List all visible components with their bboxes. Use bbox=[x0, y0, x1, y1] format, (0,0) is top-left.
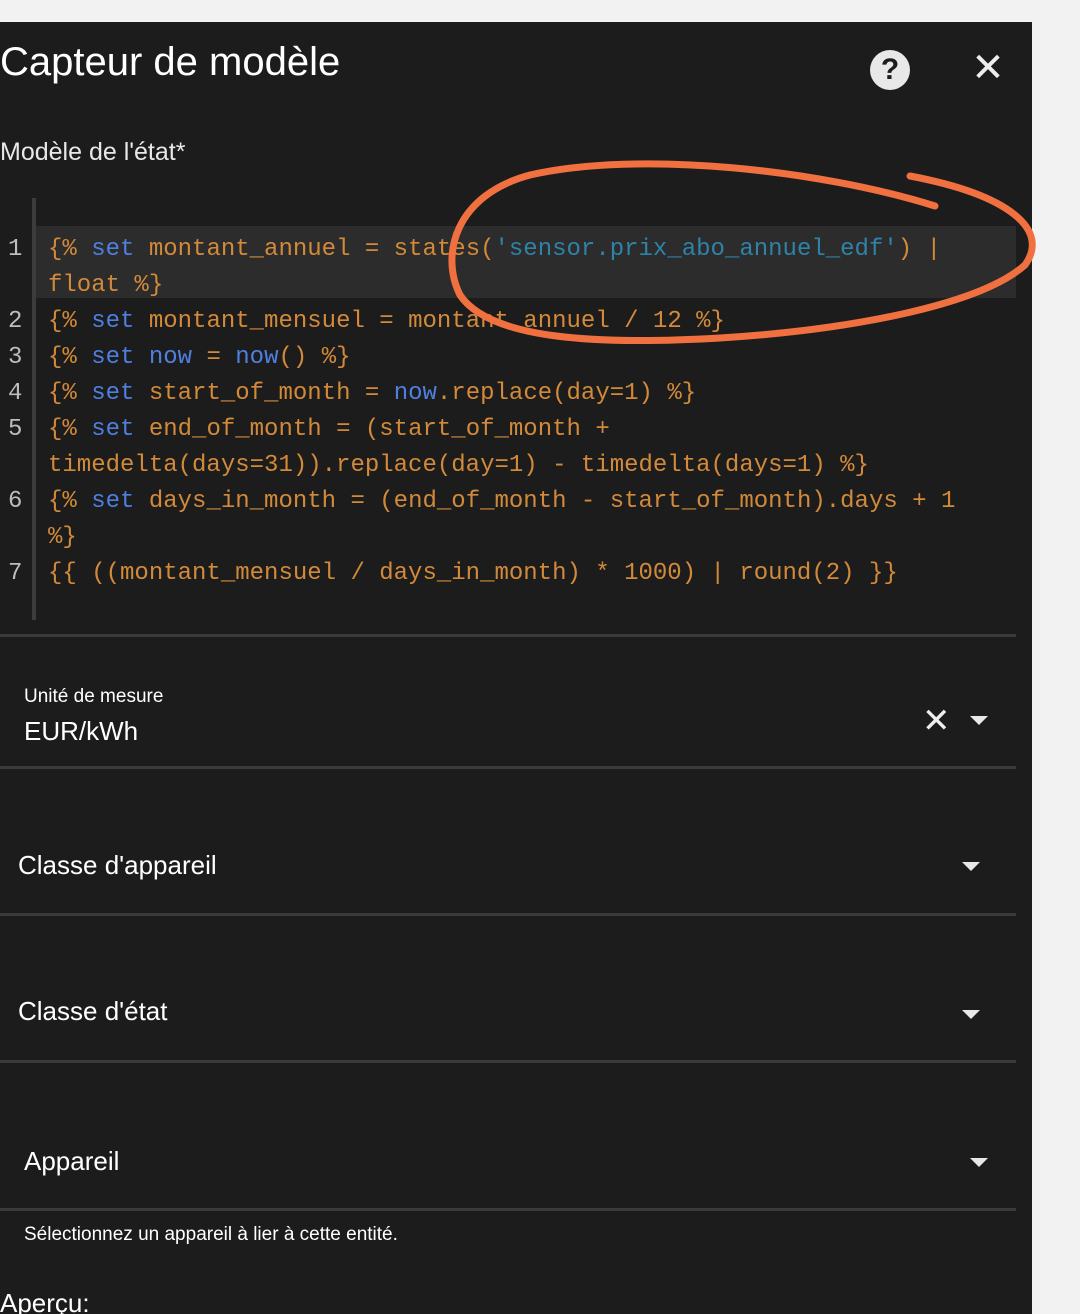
device-helper-text: Sélectionnez un appareil à lier à cette … bbox=[24, 1224, 398, 1245]
device-class-select[interactable]: Classe d'appareil bbox=[0, 822, 1016, 912]
code-token: .replace(day=1) %} bbox=[436, 380, 697, 407]
code-text: {% set montant_annuel = states('sensor.p… bbox=[48, 232, 941, 268]
divider bbox=[0, 634, 1016, 637]
code-token: {% bbox=[48, 236, 92, 263]
code-keyword: set bbox=[91, 236, 135, 263]
line-number: 5 bbox=[8, 416, 23, 443]
chevron-down-icon[interactable] bbox=[970, 1158, 988, 1167]
code-text: {% set now = now() %} bbox=[48, 340, 351, 376]
code-token: timedelta(days=31)).replace(day=1) - tim… bbox=[48, 452, 869, 479]
state-class-select[interactable]: Classe d'état bbox=[0, 968, 1016, 1058]
unit-label: Unité de mesure bbox=[24, 686, 164, 707]
code-keyword: set bbox=[91, 380, 135, 407]
code-keyword: now bbox=[148, 344, 193, 371]
code-token: {% bbox=[48, 416, 92, 443]
code-keyword: set bbox=[91, 308, 135, 335]
code-keyword: now bbox=[393, 380, 437, 407]
state-template-editor[interactable]: 1 {% set montant_annuel = states('sensor.… bbox=[0, 198, 1016, 628]
code-keyword: set bbox=[91, 416, 135, 443]
code-text: {% set end_of_month = (start_of_month + bbox=[48, 412, 610, 448]
code-token: {% bbox=[48, 344, 92, 371]
chevron-down-icon[interactable] bbox=[962, 1010, 980, 1019]
code-token: float %} bbox=[48, 272, 164, 299]
state-template-label: Modèle de l'état* bbox=[0, 138, 186, 166]
unit-underline bbox=[0, 766, 1016, 769]
clear-icon[interactable]: ✕ bbox=[922, 704, 951, 738]
code-token: () %} bbox=[278, 344, 351, 371]
help-icon[interactable]: ? bbox=[870, 50, 910, 90]
code-text: float %} bbox=[48, 268, 163, 304]
unit-of-measurement-select[interactable]: Unité de mesure EUR/kWh ✕ bbox=[0, 678, 1016, 768]
code-text: {% set days_in_month = (end_of_month - s… bbox=[48, 484, 955, 520]
background-strip bbox=[1032, 0, 1080, 1314]
code-token: {% bbox=[48, 380, 92, 407]
code-keyword: set bbox=[91, 488, 135, 515]
chevron-down-icon[interactable] bbox=[970, 716, 988, 725]
dialog-title: Capteur de modèle bbox=[0, 40, 341, 84]
code-token: {% bbox=[48, 308, 92, 335]
device-underline bbox=[0, 1208, 1016, 1211]
state-class-label: Classe d'état bbox=[18, 996, 168, 1026]
line-number: 2 bbox=[8, 308, 23, 335]
code-token: start_of_month = bbox=[134, 380, 394, 407]
code-token: montant_annuel = states( bbox=[134, 236, 495, 263]
code-token: ) | bbox=[897, 236, 941, 263]
device-class-underline bbox=[0, 913, 1016, 916]
line-number: 3 bbox=[8, 344, 23, 371]
template-sensor-dialog: Capteur de modèle ? ✕ Modèle de l'état* … bbox=[0, 22, 1032, 1314]
chevron-down-icon[interactable] bbox=[962, 862, 980, 871]
code-text: %} bbox=[48, 520, 77, 556]
code-text: {{ ((montant_mensuel / days_in_month) * … bbox=[48, 556, 898, 592]
code-token: = bbox=[192, 344, 236, 371]
device-class-label: Classe d'appareil bbox=[18, 850, 217, 880]
unit-value: EUR/kWh bbox=[24, 716, 139, 746]
code-keyword: now bbox=[235, 344, 279, 371]
code-string: 'sensor.prix_abo_annuel_edf' bbox=[494, 236, 898, 263]
code-token: {% bbox=[48, 488, 92, 515]
device-label: Appareil bbox=[24, 1146, 120, 1176]
code-token: days_in_month = (end_of_month - start_of… bbox=[134, 488, 956, 515]
code-token: {{ ((montant_mensuel / days_in_month) * … bbox=[48, 560, 898, 587]
line-number: 6 bbox=[8, 488, 23, 515]
code-keyword: set bbox=[91, 344, 135, 371]
code-token: montant_mensuel = montant_annuel / 12 %} bbox=[134, 308, 725, 335]
line-number: 4 bbox=[8, 380, 23, 407]
close-icon[interactable]: ✕ bbox=[966, 46, 1010, 90]
code-token: %} bbox=[48, 524, 77, 551]
code-text: {% set montant_mensuel = montant_annuel … bbox=[48, 304, 725, 340]
preview-label: Aperçu: bbox=[0, 1288, 90, 1314]
line-number: 7 bbox=[8, 560, 23, 587]
code-text: {% set start_of_month = now.replace(day=… bbox=[48, 376, 696, 412]
code-token: end_of_month = (start_of_month + bbox=[134, 416, 610, 443]
code-text: timedelta(days=31)).replace(day=1) - tim… bbox=[48, 448, 869, 484]
editor-gutter bbox=[32, 198, 36, 620]
device-select[interactable]: Appareil bbox=[0, 1118, 1016, 1208]
state-class-underline bbox=[0, 1060, 1016, 1063]
line-number: 1 bbox=[8, 236, 23, 263]
